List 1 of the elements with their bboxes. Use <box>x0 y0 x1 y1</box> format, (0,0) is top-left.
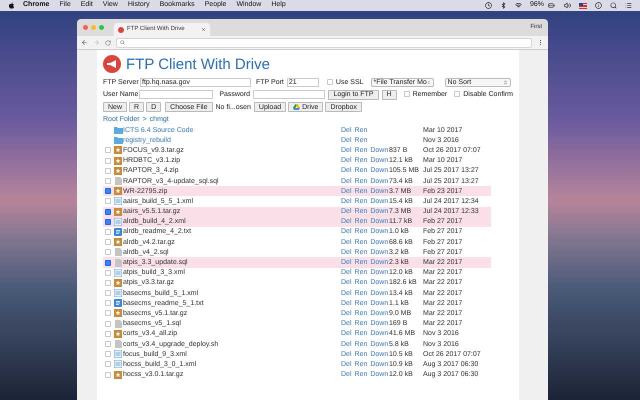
page-title: FTP Client With Drive <box>126 56 270 72</box>
